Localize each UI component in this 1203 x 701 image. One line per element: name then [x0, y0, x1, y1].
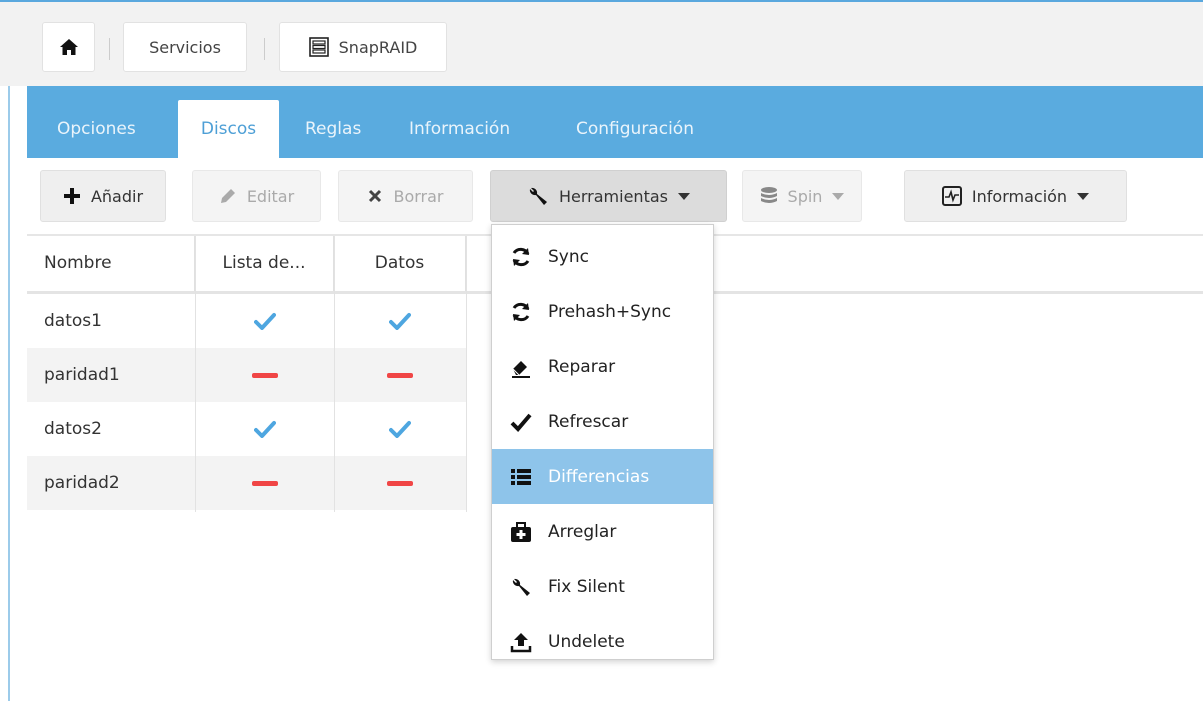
menu-item-fix-silent[interactable]: Fix Silent	[492, 559, 713, 614]
refresh-icon	[506, 301, 536, 323]
menu-item-label: Sync	[548, 246, 589, 267]
menu-item-sync[interactable]: Sync	[492, 229, 713, 284]
tools-dropdown-button[interactable]: Herramientas	[490, 170, 727, 222]
menu-item-arreglar[interactable]: Arreglar	[492, 504, 713, 559]
menu-item-label: Fix Silent	[548, 576, 625, 597]
row-name: datos1	[44, 311, 102, 331]
chevron-down-icon	[832, 192, 845, 200]
table-row[interactable]: datos2	[27, 402, 467, 456]
check-icon	[506, 412, 536, 432]
info-label: Información	[971, 186, 1068, 206]
dash-mark	[251, 480, 278, 486]
row-name: paridad1	[44, 365, 120, 385]
menu-item-label: Undelete	[548, 631, 625, 652]
menu-item-label: Prehash+Sync	[548, 301, 672, 322]
check-icon	[195, 294, 334, 348]
tools-label: Herramientas	[559, 186, 668, 206]
table-row[interactable]: datos1	[27, 294, 467, 348]
breadcrumb-snapraid[interactable]: SnapRAID	[279, 22, 447, 72]
column-header-data[interactable]: Datos	[334, 236, 466, 291]
menu-item-label: Arreglar	[548, 521, 617, 542]
breadcrumb-label: Servicios	[149, 37, 221, 57]
eraser-icon	[506, 356, 536, 378]
add-button[interactable]: Añadir	[40, 170, 166, 222]
minus-icon	[195, 456, 334, 510]
breadcrumb-label: SnapRAID	[338, 37, 418, 57]
breadcrumb-home[interactable]	[42, 22, 95, 72]
column-divider	[195, 236, 196, 512]
activity-icon	[941, 186, 962, 206]
menu-item-reparar[interactable]: Reparar	[492, 339, 713, 394]
edit-button[interactable]: Editar	[192, 170, 321, 222]
table-row[interactable]: paridad1	[27, 348, 467, 402]
plus-icon	[63, 188, 80, 204]
tab-reglas[interactable]: Reglas	[299, 100, 367, 158]
column-header-content[interactable]: Lista de...	[195, 236, 334, 291]
tools-dropdown-menu: Sync Prehash+Sync Reparar Refrescar Differen…	[491, 224, 714, 660]
upload-icon	[506, 631, 536, 653]
edit-label: Editar	[246, 186, 295, 206]
breadcrumb-separator	[264, 38, 265, 60]
menu-item-label: Differencias	[548, 466, 650, 487]
column-divider	[334, 236, 335, 512]
column-divider	[466, 236, 467, 512]
menu-item-differencias[interactable]: Differencias	[492, 449, 713, 504]
info-dropdown-button[interactable]: Información	[904, 170, 1127, 222]
check-icon	[334, 402, 466, 456]
tab-configuracion[interactable]: Configuración	[570, 100, 700, 158]
menu-item-prehash-sync[interactable]: Prehash+Sync	[492, 284, 713, 339]
raid-icon	[308, 37, 329, 57]
dash-mark	[387, 480, 413, 486]
dash-mark	[387, 372, 413, 378]
tab-informacion[interactable]: Información	[403, 100, 516, 158]
delete-button[interactable]: Borrar	[338, 170, 473, 222]
check-icon	[334, 294, 466, 348]
menu-item-label: Refrescar	[548, 411, 629, 432]
menu-item-label: Reparar	[548, 356, 616, 377]
minus-icon	[334, 456, 466, 510]
medkit-icon	[506, 521, 536, 543]
wrench-icon	[506, 576, 536, 598]
pencil-icon	[220, 189, 235, 203]
table-row[interactable]: paridad2	[27, 456, 467, 510]
database-icon	[760, 187, 777, 203]
wrench-icon	[529, 187, 547, 205]
spin-dropdown-button[interactable]: Spin	[742, 170, 862, 222]
breadcrumb: Servicios SnapRAID	[0, 2, 1203, 86]
minus-icon	[195, 348, 334, 402]
delete-label: Borrar	[393, 186, 444, 206]
close-icon	[369, 189, 382, 203]
menu-item-refrescar[interactable]: Refrescar	[492, 394, 713, 449]
tab-opciones[interactable]: Opciones	[51, 100, 142, 158]
breadcrumb-separator	[109, 38, 110, 60]
row-name: datos2	[44, 419, 102, 439]
home-icon	[59, 39, 78, 55]
add-label: Añadir	[90, 186, 144, 206]
tab-bar: Opciones Discos Reglas Información Confi…	[27, 86, 1203, 158]
list-icon	[506, 467, 536, 487]
chevron-down-icon	[1077, 192, 1090, 200]
refresh-icon	[506, 246, 536, 268]
left-border	[8, 86, 10, 701]
menu-item-undelete[interactable]: Undelete	[492, 614, 713, 669]
tab-discos[interactable]: Discos	[178, 100, 279, 158]
column-header-name[interactable]: Nombre	[27, 236, 195, 291]
row-name: paridad2	[44, 473, 120, 493]
dash-mark	[251, 372, 278, 378]
check-icon	[195, 402, 334, 456]
chevron-down-icon	[677, 192, 690, 200]
spin-label: Spin	[787, 186, 823, 206]
breadcrumb-servicios[interactable]: Servicios	[123, 22, 247, 72]
minus-icon	[334, 348, 466, 402]
